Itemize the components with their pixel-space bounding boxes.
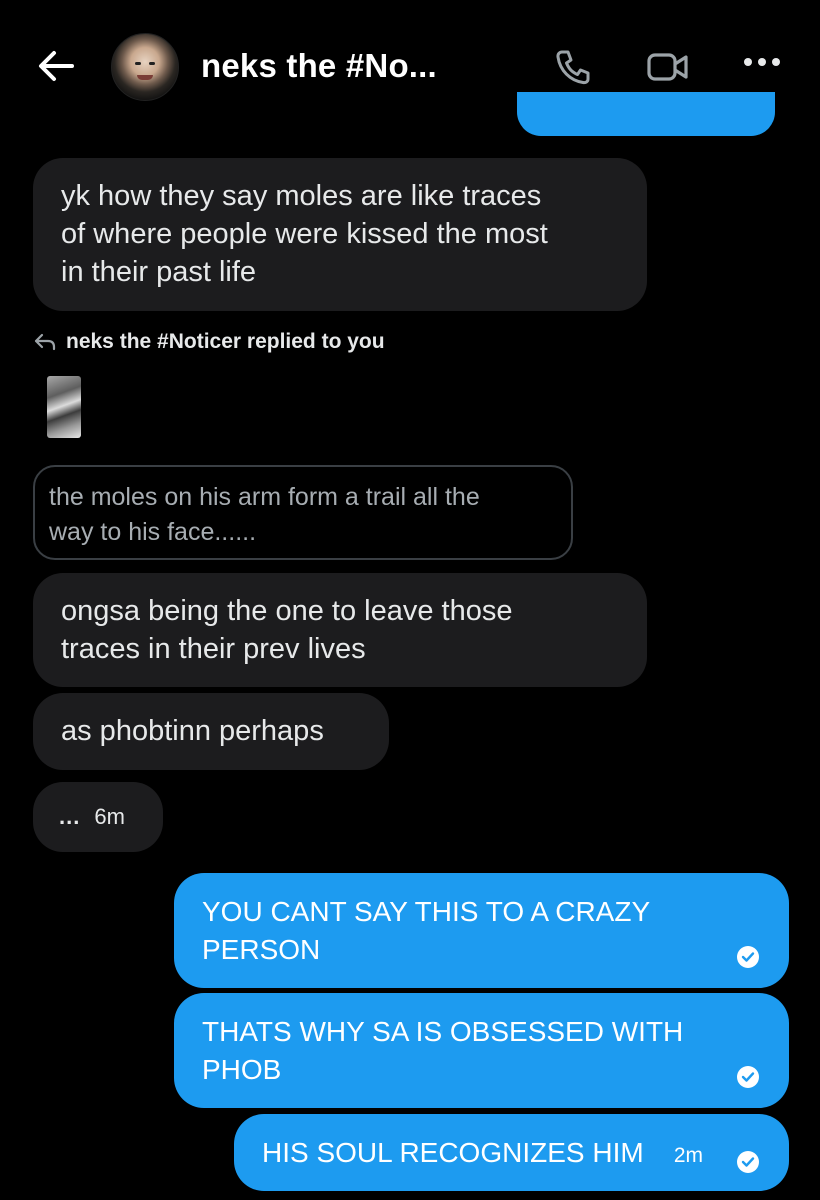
more-options-icon [744,58,780,66]
incoming-message[interactable]: yk how they say moles are like traces of… [33,158,647,311]
reply-label: neks the #Noticer replied to you [66,330,385,353]
incoming-message[interactable]: ongsa being the one to leave those trace… [33,573,647,687]
read-receipt-icon [737,946,759,968]
message-line: PERSON [202,934,321,965]
message-line: yk how they say moles are like traces [61,180,542,212]
call-button[interactable] [553,47,593,92]
message-text: as phobtinn perhaps [61,715,324,747]
quoted-message[interactable]: the moles on his arm form a trail all th… [33,465,573,560]
read-receipt-icon [737,1066,759,1088]
reply-indicator: neks the #Noticer replied to you [34,330,385,354]
video-camera-icon [647,53,688,81]
conversation-title[interactable]: neks the #No... [201,47,437,85]
incoming-message[interactable]: as phobtinn perhaps [33,693,389,770]
reply-arrow-icon [34,333,56,351]
message-line: traces in their prev lives [61,633,366,665]
message-line: ongsa being the one to leave those [61,595,513,627]
video-call-button[interactable] [646,50,690,89]
outgoing-message[interactable]: THATS WHY SA IS OBSESSED WITH PHOB [174,993,789,1108]
message-line: of where people were kissed the most [61,218,548,250]
phone-icon [556,50,590,85]
read-receipt-icon [737,1151,759,1173]
message-line: in their past life [61,256,257,288]
typing-indicator: ... 6m [33,782,163,852]
outgoing-message[interactable]: YOU CANT SAY THIS TO A CRAZY PERSON [174,873,789,988]
message-timestamp: 2m [673,1144,703,1167]
outgoing-message-partial[interactable] [517,92,775,136]
message-line: YOU CANT SAY THIS TO A CRAZY [202,896,651,927]
quote-line: way to his face...... [49,518,257,546]
quote-line: the moles on his arm form a trail all th… [49,483,480,511]
outgoing-message[interactable]: HIS SOUL RECOGNIZES HIM 2m [234,1114,789,1191]
avatar[interactable] [111,33,179,101]
message-line: THATS WHY SA IS OBSESSED WITH [202,1016,684,1047]
typing-dots: ... [59,804,81,829]
more-options-button[interactable] [742,55,782,74]
message-line: PHOB [202,1054,282,1085]
quoted-image-thumbnail[interactable] [47,376,81,438]
back-button[interactable] [36,48,76,84]
arrow-left-icon [39,51,74,81]
message-timestamp: 6m [94,804,125,829]
